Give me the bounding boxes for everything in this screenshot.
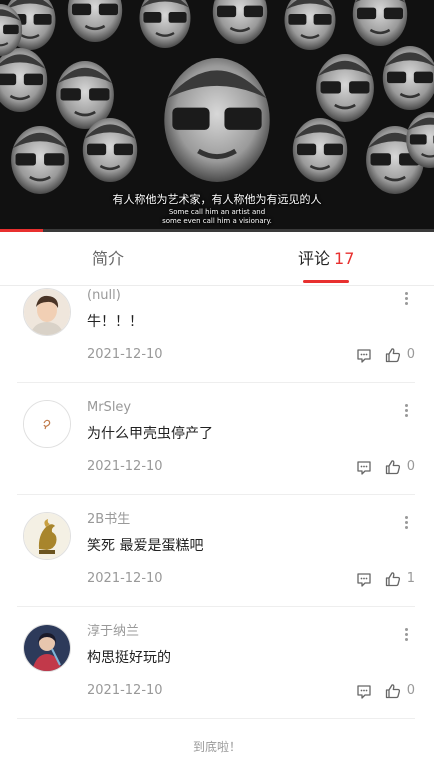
comment-date: 2021-12-10 [87,683,163,698]
more-options-icon[interactable] [403,628,409,646]
like-count: 0 [406,459,415,474]
comment-date: 2021-12-10 [87,459,163,474]
video-player[interactable]: 有人称他为艺术家，有人称他为有远见的人 Some call him an art… [0,0,434,232]
comment-text: 构思挺好玩的 [87,650,171,666]
comment-username[interactable]: 2B书生 [87,511,130,529]
thumbs-up-icon[interactable] [385,571,401,587]
comment-username[interactable]: (null) [87,287,121,305]
comment-item: MrSley 为什么甲壳虫停产了 2021-12-10 0 [17,382,415,495]
like-count: 0 [406,347,415,362]
comment-item: (null) 牛！！！ 2021-12-10 0 [17,270,415,383]
video-subtitles: 有人称他为艺术家，有人称他为有远见的人 Some call him an art… [0,192,434,226]
subtitle-en-line1: Some call him an artist and [168,208,266,216]
more-options-icon[interactable] [403,516,409,534]
avatar[interactable] [23,288,71,336]
comment-item: 2B书生 笑死 最爱是蛋糕吧 2021-12-10 1 [17,494,415,607]
comment-text: 为什么甲壳虫停产了 [87,426,213,442]
more-options-icon[interactable] [403,404,409,422]
comment-date: 2021-12-10 [87,347,163,362]
avatar[interactable] [23,400,71,448]
tab-comments-label: 评论 [298,249,331,268]
comment-username[interactable]: 淳于纳兰 [87,623,139,641]
comment-text: 笑死 最爱是蛋糕吧 [87,538,204,554]
avatar[interactable] [23,512,71,560]
avatar[interactable] [23,624,71,672]
subtitle-zh: 有人称他为艺术家，有人称他为有远见的人 [112,193,322,206]
reply-icon[interactable] [356,460,372,476]
comment-count-badge: 17 [334,249,355,268]
tab-comments[interactable]: 评论 17 [298,248,354,270]
subtitle-en-line2: some even call him a visionary. [162,217,272,225]
more-options-icon[interactable] [403,292,409,310]
tab-intro[interactable]: 简介 [92,248,124,270]
thumbs-up-icon[interactable] [385,459,401,475]
thumbs-up-icon[interactable] [385,347,401,363]
end-of-list-text: 到底啦！ [192,740,241,754]
reply-icon[interactable] [356,684,372,700]
like-count: 1 [406,571,415,586]
comment-text: 牛！！！ [87,314,143,330]
reply-icon[interactable] [356,572,372,588]
comment-date: 2021-12-10 [87,571,163,586]
like-count: 0 [406,683,415,698]
comment-username[interactable]: MrSley [87,399,131,417]
reply-icon[interactable] [356,348,372,364]
thumbs-up-icon[interactable] [385,683,401,699]
comment-item: 淳于纳兰 构思挺好玩的 2021-12-10 0 [17,606,415,719]
